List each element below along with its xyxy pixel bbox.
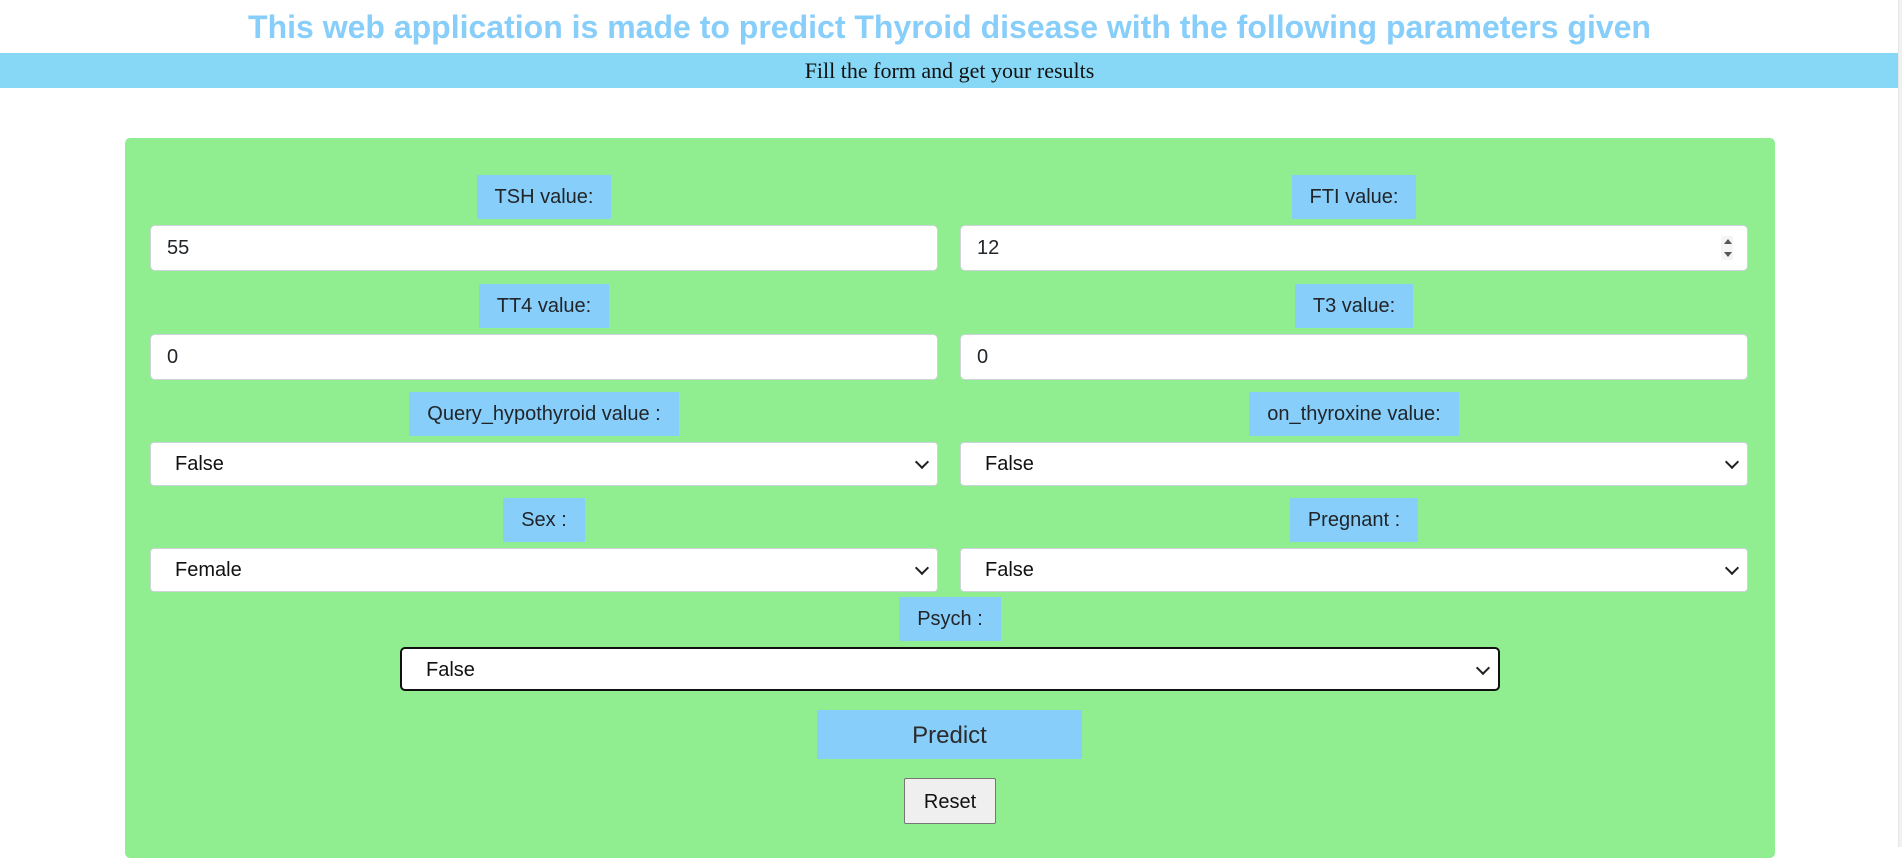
- chevron-down-icon: [1724, 560, 1740, 576]
- predict-button[interactable]: Predict: [817, 710, 1082, 759]
- reset-button[interactable]: Reset: [904, 778, 996, 824]
- pregnant-label: Pregnant :: [1289, 498, 1419, 542]
- t3-input-value: 0: [977, 346, 989, 368]
- on-thyroxine-label: on_thyroxine value:: [1249, 392, 1459, 436]
- psych-field: Psych : False: [400, 597, 1500, 691]
- t3-label: T3 value:: [1294, 284, 1414, 328]
- on-thyroxine-field: on_thyroxine value: False: [960, 392, 1748, 486]
- tsh-input-value: 55: [167, 237, 190, 259]
- fti-input-value: 12: [977, 237, 1000, 259]
- tt4-label: TT4 value:: [478, 284, 610, 328]
- spinner-down-icon[interactable]: [1724, 252, 1732, 257]
- tsh-label: TSH value:: [476, 175, 612, 219]
- page: This web application is made to predict …: [0, 0, 1899, 858]
- on-thyroxine-select[interactable]: False: [960, 442, 1748, 486]
- on-thyroxine-selected: False: [985, 453, 1034, 475]
- prediction-form: TSH value: 55 FTI value: 12 TT4 value: 0…: [125, 138, 1775, 858]
- chevron-down-icon: [914, 560, 930, 576]
- tt4-input-value: 0: [167, 346, 179, 368]
- query-hypothyroid-select[interactable]: False: [150, 442, 938, 486]
- query-hypothyroid-field: Query_hypothyroid value : False: [150, 392, 938, 486]
- fti-label: FTI value:: [1291, 175, 1417, 219]
- psych-select[interactable]: False: [400, 647, 1500, 691]
- subtitle-banner: Fill the form and get your results: [0, 53, 1899, 88]
- sex-label: Sex :: [503, 498, 585, 542]
- fti-input[interactable]: 12: [960, 225, 1748, 271]
- spinner-up-icon[interactable]: [1724, 239, 1732, 244]
- chevron-down-icon: [1475, 660, 1491, 676]
- sex-field: Sex : Female: [150, 498, 938, 592]
- chevron-down-icon: [1724, 454, 1740, 470]
- page-scrollbar[interactable]: [1898, 0, 1902, 847]
- tsh-field: TSH value: 55: [150, 175, 938, 271]
- fti-field: FTI value: 12: [960, 175, 1748, 271]
- t3-input[interactable]: 0: [960, 334, 1748, 380]
- chevron-down-icon: [914, 454, 930, 470]
- spinner-icon[interactable]: [1721, 236, 1733, 260]
- pregnant-select[interactable]: False: [960, 548, 1748, 592]
- sex-selected: Female: [175, 559, 242, 581]
- tt4-field: TT4 value: 0: [150, 284, 938, 380]
- psych-selected: False: [426, 659, 475, 681]
- pregnant-field: Pregnant : False: [960, 498, 1748, 592]
- query-hypothyroid-selected: False: [175, 453, 224, 475]
- page-title: This web application is made to predict …: [248, 9, 1651, 45]
- tsh-input[interactable]: 55: [150, 225, 938, 271]
- pregnant-selected: False: [985, 559, 1034, 581]
- sex-select[interactable]: Female: [150, 548, 938, 592]
- psych-label: Psych :: [899, 597, 1001, 641]
- query-hypothyroid-label: Query_hypothyroid value :: [409, 392, 679, 436]
- tt4-input[interactable]: 0: [150, 334, 938, 380]
- t3-field: T3 value: 0: [960, 284, 1748, 380]
